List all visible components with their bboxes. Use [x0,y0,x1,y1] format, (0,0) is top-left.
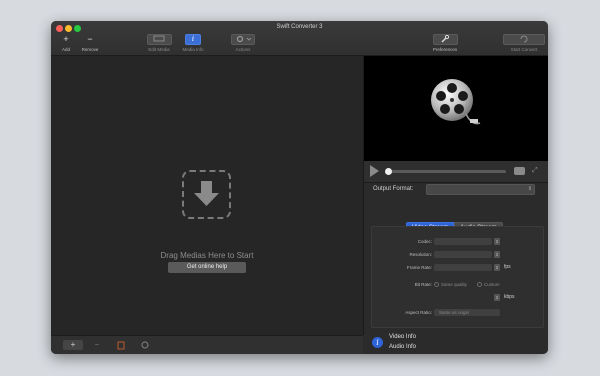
wrench-icon [432,34,458,45]
video-preview [364,56,548,161]
same-quality-label: Same quality [441,282,468,287]
edit-media-button[interactable]: Edit Media [144,34,174,56]
convert-icon [503,34,545,45]
media-info-label: Media Info [182,47,204,52]
output-format-label: Output Format: [373,186,414,192]
actions-label: Actions [235,47,251,52]
bottom-remove-button[interactable]: − [87,340,107,350]
settings-icon[interactable] [135,340,155,350]
info-icon: i [372,337,383,348]
add-button[interactable]: + Add [56,34,76,56]
preferences-label: Preferences [432,47,458,52]
film-reel-icon [431,79,481,125]
start-convert-label: Start Convert [510,47,538,52]
resolution-arrow-icon[interactable]: ⇕ [494,251,500,258]
frame-rate-select[interactable] [434,264,492,271]
player-controls: ⤢ [364,161,548,183]
seek-knob[interactable] [385,168,392,175]
app-window: Swift Converter 3 + Add − Remove Edit Me… [51,21,548,354]
download-arrow-icon [182,170,231,219]
resolution-select[interactable] [434,251,492,258]
custom-radio[interactable] [477,282,482,287]
snapshot-camera-icon[interactable] [514,167,525,175]
aspect-ratio-value: Same as origin [439,310,470,315]
info-icon: i [185,34,201,45]
aspect-ratio-label: Aspect Ratio: [405,310,432,315]
remove-label: Remove [81,47,99,52]
frame-rate-arrow-icon[interactable]: ⇕ [494,264,500,271]
frame-rate-unit: fps [504,264,511,270]
settings-panel: Output Format: ⇕ Video Stream Audio Stre… [364,183,548,354]
start-convert-button[interactable]: Start Convert [503,34,545,56]
window-title: Swift Converter 3 [276,24,323,30]
edit-media-label: Edit Media [148,47,170,52]
add-label: Add [61,47,70,52]
codec-label: Codec: [417,239,432,244]
bit-rate-stepper[interactable]: ⇕ [494,294,500,301]
preferences-button[interactable]: Preferences [428,34,462,56]
media-drop-zone[interactable]: Drag Medias Here to Start Get online hel… [51,56,364,335]
codec-arrow-icon[interactable]: ⇕ [494,238,500,245]
output-format-select[interactable]: ⇕ [426,184,535,195]
bit-rate-unit: kbps [504,294,515,300]
gear-icon [231,34,255,45]
film-edit-icon [146,34,172,45]
drop-instruction: Drag Medias Here to Start [160,251,254,260]
aspect-ratio-select[interactable]: Same as origin [434,309,500,316]
select-arrow-icon: ⇕ [527,186,532,192]
fullscreen-icon[interactable]: ⤢ [532,167,538,175]
play-icon[interactable] [370,165,379,177]
seek-slider[interactable] [385,168,506,175]
video-info-link[interactable]: Video Info [389,334,416,340]
audio-info-link[interactable]: Audio Info [389,344,416,350]
minus-icon: − [87,34,93,44]
remove-button[interactable]: − Remove [78,34,102,56]
get-online-help-button[interactable]: Get online help [168,262,246,273]
media-info-button[interactable]: i Media Info [178,34,208,56]
same-quality-radio[interactable] [434,282,439,287]
frame-rate-label: Frame Rate: [406,265,432,270]
bottom-add-button[interactable]: + [63,340,83,350]
resolution-label: Resolution: [409,252,432,257]
plus-icon: + [63,34,69,44]
title-bar: Swift Converter 3 + Add − Remove Edit Me… [51,21,548,56]
actions-button[interactable]: Actions [228,34,258,56]
codec-select[interactable] [434,238,492,245]
custom-label: Custom [484,282,500,287]
stream-settings-box: Codec: ⇕ Resolution: ⇕ Frame Rate: ⇕ fps… [371,226,544,328]
bit-rate-label: Bit Rate: [414,282,432,287]
bottom-bar: + − [51,335,363,354]
clear-icon[interactable] [111,340,131,350]
